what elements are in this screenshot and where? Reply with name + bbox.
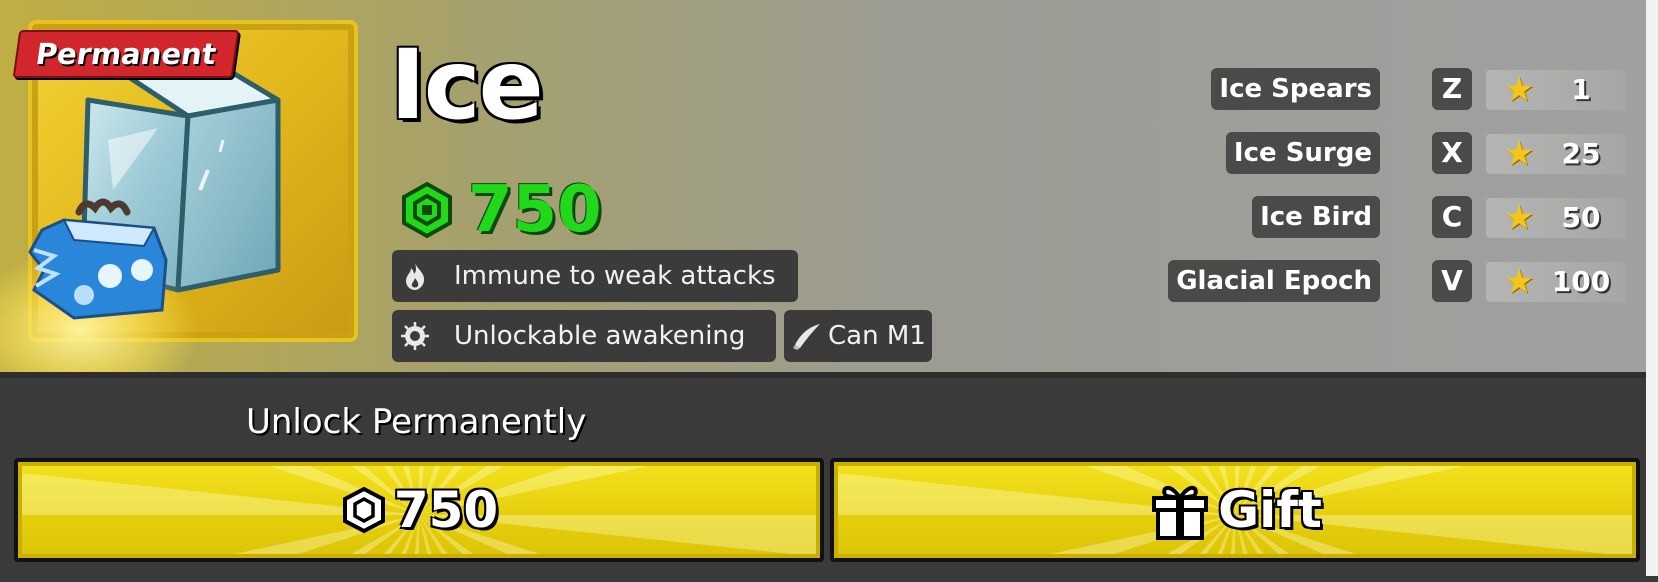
- move-key: Z: [1432, 68, 1472, 110]
- move-level-value: 50: [1561, 201, 1601, 234]
- price-value: 750: [468, 173, 602, 247]
- buy-robux-button[interactable]: 750: [14, 458, 824, 562]
- move-name: Ice Spears: [1211, 68, 1380, 110]
- move-level-value: 1: [1571, 73, 1591, 106]
- move-key: C: [1432, 196, 1472, 238]
- window-edge-strip: [1646, 0, 1658, 576]
- move-row-glacial-epoch: Glacial Epoch V ★ 100: [1160, 260, 1630, 304]
- permanent-badge: Permanent: [12, 30, 240, 78]
- move-level-value: 100: [1551, 265, 1611, 298]
- buy-robux-content: 750: [18, 462, 820, 558]
- blox-fruit-icon: [28, 198, 168, 320]
- move-level: ★ 100: [1486, 262, 1626, 302]
- move-level: ★ 50: [1486, 198, 1626, 238]
- move-level: ★ 1: [1486, 70, 1626, 110]
- gift-icon: [1152, 486, 1209, 540]
- move-name: Glacial Epoch: [1168, 260, 1380, 302]
- gift-button[interactable]: Gift: [830, 458, 1640, 562]
- awakening-eye-icon: [401, 322, 429, 350]
- move-row-ice-surge: Ice Surge X ★ 25: [1160, 132, 1630, 176]
- move-level: ★ 25: [1486, 134, 1626, 174]
- fruit-shop-panel: Permanent Ice 750 Immune to weak attacks: [0, 0, 1658, 582]
- trait-immune: Immune to weak attacks: [392, 250, 798, 302]
- fruit-title: Ice: [390, 29, 544, 141]
- flame-icon: [406, 263, 425, 290]
- trait-label: Unlockable awakening: [454, 321, 746, 351]
- unlock-label: Unlock Permanently: [246, 402, 587, 442]
- move-row-ice-spears: Ice Spears Z ★ 1: [1160, 68, 1630, 112]
- trait-label: Can M1: [828, 321, 926, 351]
- buy-robux-label: 750: [393, 481, 499, 539]
- fruit-info-section: Permanent Ice 750 Immune to weak attacks: [0, 0, 1658, 410]
- robux-icon: [402, 181, 452, 239]
- blade-icon: [793, 324, 820, 350]
- move-row-ice-bird: Ice Bird C ★ 50: [1160, 196, 1630, 240]
- move-name: Ice Bird: [1252, 196, 1380, 238]
- move-level-value: 25: [1561, 137, 1601, 170]
- star-icon: ★: [1504, 134, 1535, 174]
- gift-button-content: Gift: [834, 462, 1636, 558]
- star-icon: ★: [1504, 262, 1535, 302]
- star-icon: ★: [1504, 198, 1535, 238]
- move-name: Ice Surge: [1225, 132, 1380, 174]
- robux-icon: [342, 486, 385, 534]
- trait-awakening: Unlockable awakening: [392, 310, 776, 362]
- trait-label: Immune to weak attacks: [454, 261, 776, 291]
- move-key: X: [1432, 132, 1472, 174]
- fruit-price: 750: [398, 173, 602, 247]
- gift-button-label: Gift: [1218, 481, 1322, 539]
- trait-m1: Can M1: [784, 310, 932, 362]
- star-icon: ★: [1504, 70, 1535, 110]
- move-key: V: [1432, 260, 1472, 302]
